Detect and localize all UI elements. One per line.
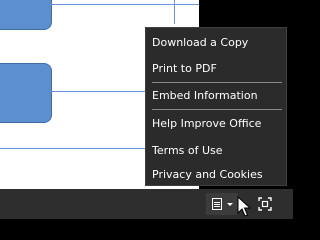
share-menu-button[interactable] [206, 193, 238, 215]
menu-item-label: Print to PDF [152, 61, 217, 75]
menu-item-label: Embed Information [152, 88, 258, 102]
menu-item-privacy-cookies[interactable]: Privacy and Cookies [146, 163, 286, 185]
chevron-down-icon [226, 202, 233, 206]
menu-item-embed-information[interactable]: Embed Information [146, 84, 286, 106]
diagram-shape-middle [0, 63, 52, 123]
menu-separator [152, 82, 282, 83]
connector-line [50, 4, 199, 5]
menu-item-label: Download a Copy [152, 35, 249, 49]
menu-item-label: Privacy and Cookies [152, 167, 263, 181]
fit-to-screen-button[interactable] [256, 193, 274, 215]
menu-item-download-copy[interactable]: Download a Copy [146, 31, 286, 53]
diagram-shape-top [0, 0, 52, 30]
menu-item-label: Help Improve Office [152, 116, 262, 130]
share-dropdown-menu: Download a Copy Print to PDF Embed Infor… [145, 27, 287, 186]
connector-line [174, 0, 175, 24]
menu-item-terms-of-use[interactable]: Terms of Use [146, 139, 286, 161]
mouse-pointer-icon [237, 196, 252, 217]
fit-to-screen-icon [258, 197, 272, 211]
document-menu-icon [211, 198, 222, 210]
menu-item-label: Terms of Use [152, 143, 223, 157]
menu-item-print-pdf[interactable]: Print to PDF [146, 57, 286, 79]
menu-separator [152, 109, 282, 110]
menu-item-help-improve-office[interactable]: Help Improve Office [146, 112, 286, 134]
